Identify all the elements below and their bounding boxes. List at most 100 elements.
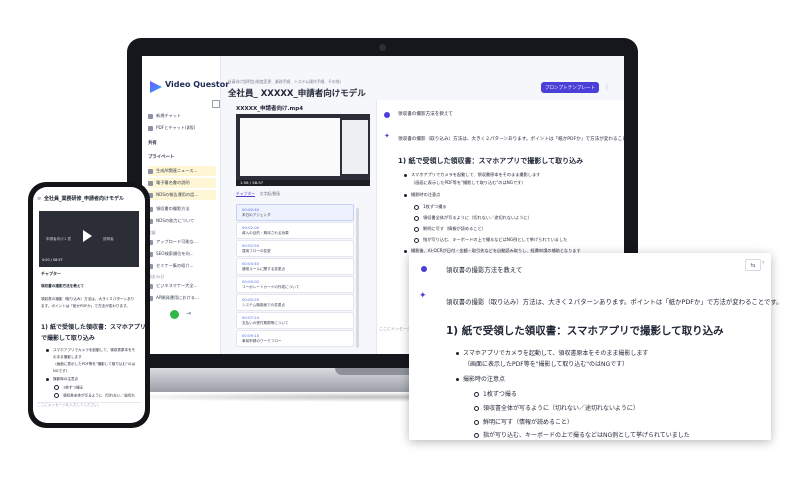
sidebar-item-seo[interactable]: SEO検索順位を向... [148,249,216,259]
phone-bullet-text: （画面に表示したPDF等を"撮影して取り込む"のは [53,362,136,366]
ai-sub-bullet: 1枚ずつ撮る [414,204,447,210]
sidebar-item-ai-news[interactable]: 生成AI関連ニュース... [148,166,216,176]
chapter-item[interactable]: 00:00:40 本日のアジェンダ [236,204,354,221]
pdf-icon [148,125,153,131]
bullet-icon [54,393,59,398]
new-chat-button[interactable]: 新規チャット [148,111,216,121]
more-icon[interactable]: › [762,259,770,269]
phone-intro-text: ます。ポイントは「紙かPDFか」で方法が変わります。 [41,304,130,308]
video-icon [148,168,153,174]
sidebar-item-seminar[interactable]: セミナー集の紹介... [148,261,216,271]
ai-bullet: 撮影時の注意点 [404,192,440,198]
ai-sub-bullet: 鮮明に写す（情報が読めること） [414,226,486,232]
bullet-icon [46,348,49,352]
tab-chapters[interactable]: チャプター [236,191,255,197]
camera-dot [379,44,386,51]
breadcrumb[interactable]: 社員向け説明会(制度変更、業務手順、システム操作手順、その他) [228,79,341,85]
user-avatar-icon [421,266,427,272]
chapter-item[interactable]: 00:05:25 システム機能面での変更点 [236,294,354,311]
chat-icon [148,113,153,119]
video-slide [240,118,340,176]
video-time: 1:56 / 58:57 [240,180,264,185]
phone-chapter-label[interactable]: チャプター [41,271,61,277]
phone-heading: 1) 紙で受領した領収書：スマホアプリ [41,324,146,331]
sidebar-item-upload[interactable]: アップロード可能な... [148,237,216,247]
card-heading: 1) 紙で受領した領収書：スマホアプリで撮影して取り込み [446,325,724,337]
ai-sub-bullet: 指が写り込む、キーボードの上で撮るなどはNG例として挙げられていました [414,237,567,243]
chapter-item[interactable]: 00:02:00 導入の目的・期待される効果 [236,222,354,239]
phone-chat-input[interactable]: ここにメッセージを入力してください。 [37,402,141,412]
ai-sparkle-icon: ✦ [419,291,427,301]
status-indicator [170,310,179,319]
chapter-item[interactable]: 00:07:24 支払いの受付期限等について [236,312,354,329]
logout-icon[interactable]: ⇥ [186,310,191,317]
bullet-icon [414,226,419,232]
collapse-sidebar-icon[interactable] [212,100,220,108]
card-intro-text: 領収書の撮影（取り込み）方法は、大きく２パターンあります。ポイントは「紙かPDF… [446,298,783,306]
sidebar-item-e-signature[interactable]: 電子署名書の説明 [148,178,216,188]
video-tabs: チャプター 文字起/動画 [236,191,280,199]
play-icon[interactable] [83,230,92,242]
bullet-icon [414,237,419,243]
phone-video-text: 申請者向け1 表 [46,237,71,241]
phone-title: 全社員_業務研修_申請者向けモデル [44,196,125,202]
chapter-item[interactable]: 00:02:50 運用フローの変更 [236,240,354,257]
card-bullet-note: （画面に表示したPDF等を"撮影して取り込む"のはNGです） [464,361,629,368]
user-avatar-icon [384,112,390,118]
bullet-icon [456,378,459,381]
bullet-icon [404,249,407,253]
sidebar-item-nds-report[interactable]: NDSの報告運用の話... [148,190,216,200]
card-sub-bullet: 鮮明に写す（情報が読めること） [474,417,573,426]
phone-intro-text: 領収書の撮影（取り込み）方法は、大きく２パターンあり [41,297,135,301]
chapter-item[interactable]: 00:09:15 事前申請のワークフロー [236,330,354,347]
sidebar-section-label-2: 過去30日 [148,274,165,279]
card-sub-bullet: 1枚ずつ撮る [474,389,517,398]
ai-sparkle-icon: ✦ [384,132,390,140]
phone-video-text: 説明者 [103,237,114,241]
card-sub-bullet: 領収書全体が写るように（切れない／途切れないように） [474,403,639,412]
tab-transcript[interactable]: 文字起/動画 [260,191,280,196]
phone-bullet: スマホアプリでカメラを起動して、領収書原本をそ [46,348,135,353]
bullet-icon [54,385,59,390]
sidebar-item-nds-ability[interactable]: NDSの能力について [148,216,216,226]
ai-intro-text: 領収書の撮影（取り込み）方法は、大きく２パターンあります。ポイントは「紙かPDF… [398,137,624,142]
shared-heading[interactable]: 共有 [148,140,157,146]
phone-menu-icon[interactable]: ≡ [37,196,41,202]
chapter-item[interactable]: 00:05:02 コーポレートカードの作成について [236,276,354,293]
sidebar-item-receipt[interactable]: 領収書の撮影方法 [148,204,216,214]
bullet-icon [474,420,479,425]
menu-icon[interactable]: ⋮ [604,84,610,91]
ai-sub-bullet: 領収書全体が写るように（切れない／途切れないように） [414,215,532,221]
chapter-item[interactable]: 00:03:40 通常ルールに関する変更点 [236,258,354,275]
phone-sub-bullet: 領収書全体が写るように（切れない／途切れ [54,393,135,399]
bullet-icon [414,215,419,221]
bullet-icon [474,406,479,411]
phone-heading: で撮影して取り込み [41,335,95,342]
video-participants [342,120,368,174]
bullet-icon [404,193,407,197]
retry-icon[interactable]: ⇆ [745,259,761,271]
phone-user-message: 領収書の撮影方法を教えて [41,284,84,288]
bullet-icon [414,204,419,210]
chapter-scrollbar[interactable] [356,208,359,348]
sidebar-item-api[interactable]: AP開発運用における... [148,293,216,303]
private-heading[interactable]: プライベート [148,154,174,160]
logo-text: Video Questor [165,80,230,89]
sidebar-item-manners[interactable]: ビジネスマナー大全... [148,281,216,291]
video-title: XXXXX_申請者向け.mp4 [236,106,304,112]
phone-bullet: 撮影時の注意点 [46,377,78,382]
page-title: 全社員_ XXXXX_申請者向けモデル [228,89,366,99]
ai-heading: 1) 紙で受領した領収書：スマホアプリで撮影して取り込み [398,157,584,165]
bullet-icon [404,173,407,177]
card-bullet: スマホアプリでカメラを起動して、領収書原本をそのまま撮影します [456,348,648,357]
phone-bullet-text: NGです） [53,369,70,373]
phone-sub-bullet: 1枚ずつ撮る [54,385,83,391]
bullet-icon [474,392,479,397]
pdf-chat-button[interactable]: PDFとチャット(β版) [148,123,216,133]
bullet-icon [46,377,49,381]
video-icon [148,180,153,186]
card-sub-bullet: 指が写り込む、キーボードの上で撮るなどはNG例として挙げられていました [474,430,690,439]
ai-bullet: スマホアプリでカメラを起動して、領収書原本をそのまま撮影します [404,172,540,178]
prompt-template-button[interactable]: プロンプトテンプレート [541,82,599,93]
ai-bullet-note: （画面に表示したPDF等を"撮影して取り込む"のはNGです） [411,180,526,185]
